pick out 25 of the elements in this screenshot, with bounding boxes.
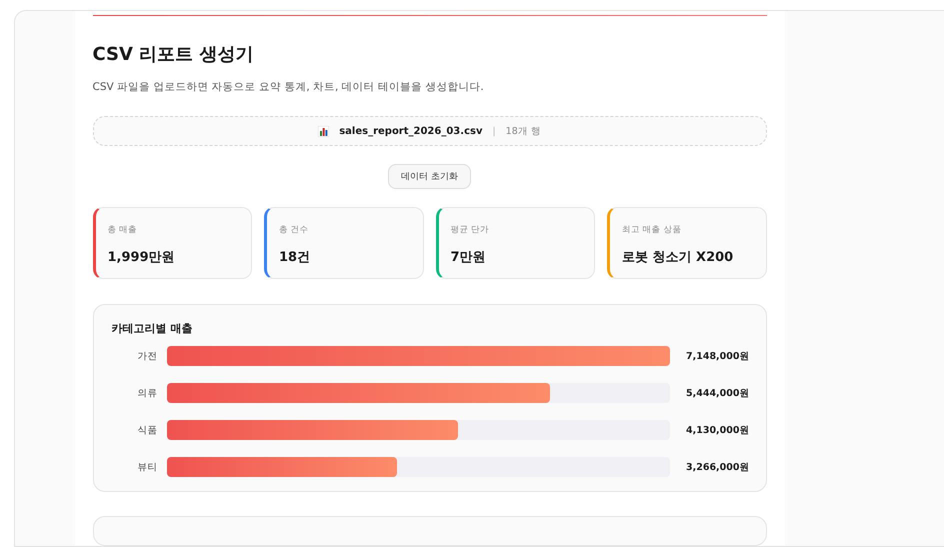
stat-label: 총 매출 [108,224,138,236]
value-label: 5,444,000원 [685,386,750,400]
bar-chart-icon [318,126,330,137]
stat-label: 최고 매출 상품 [622,224,682,236]
separator: | [492,126,496,137]
category-label: 의류 [136,386,158,400]
value-label: 3,266,000원 [685,460,750,474]
value-label: 4,130,000원 [685,424,750,437]
category-label: 가전 [136,350,158,363]
category-label: 식품 [136,424,158,437]
row-count: 18개 행 [506,124,541,138]
stat-value: 7만원 [450,249,486,266]
value-label: 7,148,000원 [685,350,750,363]
stat-label: 평균 단가 [450,224,490,236]
stat-value: 로봇 청소기 X200 [622,249,734,266]
page-title: CSV 리포트 생성기 [92,43,254,66]
stat-value: 18건 [279,249,310,266]
stat-value: 1,999만원 [108,249,175,266]
stat-label: 총 건수 [279,224,309,236]
page-description: CSV 파일을 업로드하면 자동으로 요약 통계, 차트, 데이터 테이블을 생성합니다. [92,80,485,94]
file-name: sales_report_2026_03.csv [339,126,482,137]
upload-area[interactable]: sales_report_2026_03.csv | 18개 행 [92,116,766,146]
reset-button[interactable]: 데이터 초기화 [388,164,471,190]
category-label: 뷰티 [136,460,158,474]
chart-title: 카테고리별 매출 [112,321,194,336]
